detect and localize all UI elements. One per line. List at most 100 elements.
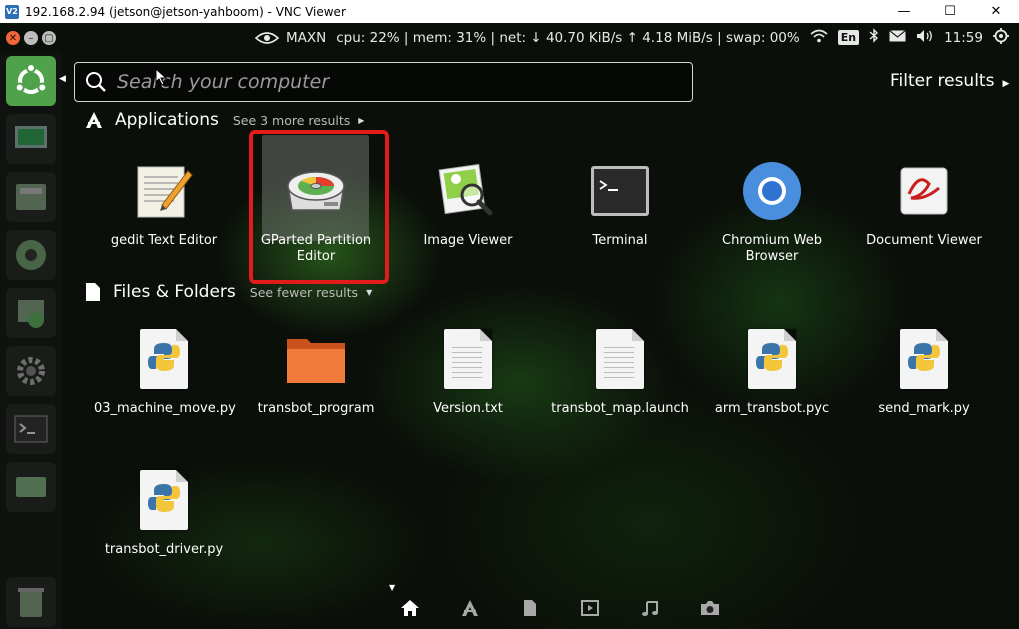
wifi-icon[interactable] bbox=[810, 29, 828, 47]
filter-results-label: Filter results bbox=[890, 71, 995, 91]
launcher-trash[interactable] bbox=[6, 577, 56, 627]
applications-category: Applications See 3 more results ▶ bbox=[85, 110, 364, 130]
folder-tile[interactable]: transbot_program bbox=[241, 327, 391, 417]
launcher-settings[interactable] bbox=[6, 346, 56, 396]
file-label: transbot_map.launch bbox=[551, 401, 689, 416]
search-input[interactable] bbox=[117, 71, 657, 93]
system-stats[interactable]: cpu: 22% | mem: 31% | net: ↓ 40.70 KiB/s… bbox=[336, 30, 799, 46]
clock[interactable]: 11:59 bbox=[944, 30, 983, 46]
file-tile[interactable]: 03_machine_move.py bbox=[89, 327, 239, 417]
ubuntu-logo-icon bbox=[14, 63, 48, 94]
app-tile-chromium[interactable]: Chromium Web Browser bbox=[697, 159, 847, 265]
dash-home-button[interactable] bbox=[6, 56, 56, 106]
network-globe-icon bbox=[18, 300, 44, 328]
ubuntu-dash: ✕ – ▢ MAXN cpu: 22% | mem: 31% | net: ↓ … bbox=[0, 23, 1019, 629]
file-label: arm_transbot.pyc bbox=[714, 401, 830, 416]
lens-bar bbox=[380, 595, 740, 621]
app-tile-terminal[interactable]: Terminal bbox=[545, 159, 695, 249]
image-viewer-icon bbox=[436, 159, 500, 223]
files-lens-button[interactable] bbox=[500, 595, 560, 621]
chromium-icon bbox=[740, 159, 804, 223]
launcher-network[interactable] bbox=[6, 288, 56, 338]
home-lens-button[interactable] bbox=[380, 595, 440, 621]
launcher-drive[interactable] bbox=[6, 462, 56, 512]
trash-icon bbox=[18, 588, 44, 617]
photos-lens-button[interactable] bbox=[680, 595, 740, 621]
music-lens-icon bbox=[642, 601, 658, 616]
file-label: 03_machine_move.py bbox=[94, 401, 236, 416]
window-title: 192.168.2.94 (jetson@jetson-yahboom) - V… bbox=[25, 4, 346, 19]
drive-icon bbox=[16, 477, 46, 497]
app-tile-image-viewer[interactable]: Image Viewer bbox=[393, 159, 543, 249]
launcher-files[interactable] bbox=[6, 172, 56, 222]
file-tile[interactable]: arm_transbot.pyc bbox=[697, 327, 847, 417]
terminal-icon bbox=[14, 415, 48, 443]
app-label: gedit Text Editor bbox=[110, 233, 218, 248]
applications-lens-icon bbox=[462, 600, 478, 616]
python-file-icon bbox=[740, 327, 804, 391]
app-label: Document Viewer bbox=[866, 233, 982, 248]
see-more-results-link[interactable]: See 3 more results bbox=[233, 113, 350, 128]
vnc-viewer-icon: V2 bbox=[5, 4, 19, 19]
settings-gear-icon bbox=[17, 357, 45, 385]
app-label: Terminal bbox=[592, 233, 648, 248]
file-tile[interactable]: transbot_map.launch bbox=[545, 327, 695, 417]
launcher: ◀ bbox=[0, 52, 66, 629]
dash-window-buttons: ✕ – ▢ bbox=[6, 31, 56, 45]
see-fewer-results-link[interactable]: See fewer results bbox=[250, 285, 358, 300]
active-lens-indicator-icon: ▼ bbox=[389, 583, 396, 592]
files-title: Files & Folders bbox=[113, 282, 236, 302]
applications-icon bbox=[86, 112, 102, 128]
file-tile[interactable]: Version.txt bbox=[393, 327, 543, 417]
python-file-icon bbox=[132, 468, 196, 532]
launcher-arrow-icon: ◀ bbox=[59, 74, 66, 84]
launcher-terminal[interactable] bbox=[6, 404, 56, 454]
launcher-remote-desktop[interactable] bbox=[6, 114, 56, 164]
app-label: Chromium Web Browser bbox=[722, 233, 822, 264]
folder-icon bbox=[284, 327, 348, 391]
app-tile-gedit[interactable]: gedit Text Editor bbox=[89, 159, 239, 249]
mouse-cursor-icon bbox=[155, 68, 167, 86]
remote-desktop-icon bbox=[15, 126, 47, 148]
file-manager-icon bbox=[16, 184, 46, 210]
media-player-icon bbox=[16, 240, 46, 270]
see-fewer-arrow-icon: ▼ bbox=[366, 287, 373, 297]
highlight-box bbox=[249, 130, 389, 284]
close-button[interactable]: ✕ bbox=[973, 0, 1019, 23]
launcher-media[interactable] bbox=[6, 230, 56, 280]
applications-title: Applications bbox=[115, 110, 219, 130]
text-file-icon bbox=[436, 327, 500, 391]
mail-icon[interactable] bbox=[889, 29, 906, 46]
video-lens-icon bbox=[581, 600, 599, 616]
python-file-icon bbox=[892, 327, 956, 391]
applications-lens-button[interactable] bbox=[440, 595, 500, 621]
video-lens-button[interactable] bbox=[560, 595, 620, 621]
bluetooth-icon[interactable] bbox=[869, 28, 879, 47]
dash-maximize-icon[interactable]: ▢ bbox=[42, 31, 56, 45]
power-settings-icon[interactable] bbox=[992, 27, 1009, 48]
file-tile[interactable]: send_mark.py bbox=[849, 327, 999, 417]
search-icon bbox=[86, 72, 106, 92]
document-viewer-icon bbox=[892, 159, 956, 223]
files-lens-icon bbox=[524, 600, 536, 616]
maximize-button[interactable]: ☐ bbox=[927, 0, 973, 23]
see-more-arrow-icon: ▶ bbox=[358, 115, 365, 125]
filter-results-button[interactable]: Filter results ▶ bbox=[890, 71, 1009, 91]
minimize-button[interactable]: — bbox=[881, 0, 927, 23]
dash-minimize-icon[interactable]: – bbox=[24, 31, 38, 45]
power-mode-label[interactable]: MAXN bbox=[286, 30, 326, 46]
nvidia-icon[interactable] bbox=[254, 30, 280, 46]
keyboard-layout-indicator[interactable]: En bbox=[837, 30, 860, 45]
text-file-icon bbox=[588, 327, 652, 391]
file-category-icon bbox=[86, 283, 100, 301]
top-panel: ✕ – ▢ MAXN cpu: 22% | mem: 31% | net: ↓ … bbox=[0, 23, 1019, 52]
app-tile-document-viewer[interactable]: Document Viewer bbox=[849, 159, 999, 249]
file-tile[interactable]: transbot_driver.py bbox=[89, 468, 239, 558]
gedit-icon bbox=[132, 159, 196, 223]
home-icon bbox=[401, 600, 419, 616]
music-lens-button[interactable] bbox=[620, 595, 680, 621]
app-label: Image Viewer bbox=[423, 233, 513, 248]
vnc-title-bar: V2 192.168.2.94 (jetson@jetson-yahboom) … bbox=[0, 0, 1019, 23]
dash-close-icon[interactable]: ✕ bbox=[6, 31, 20, 45]
volume-icon[interactable] bbox=[916, 29, 934, 47]
